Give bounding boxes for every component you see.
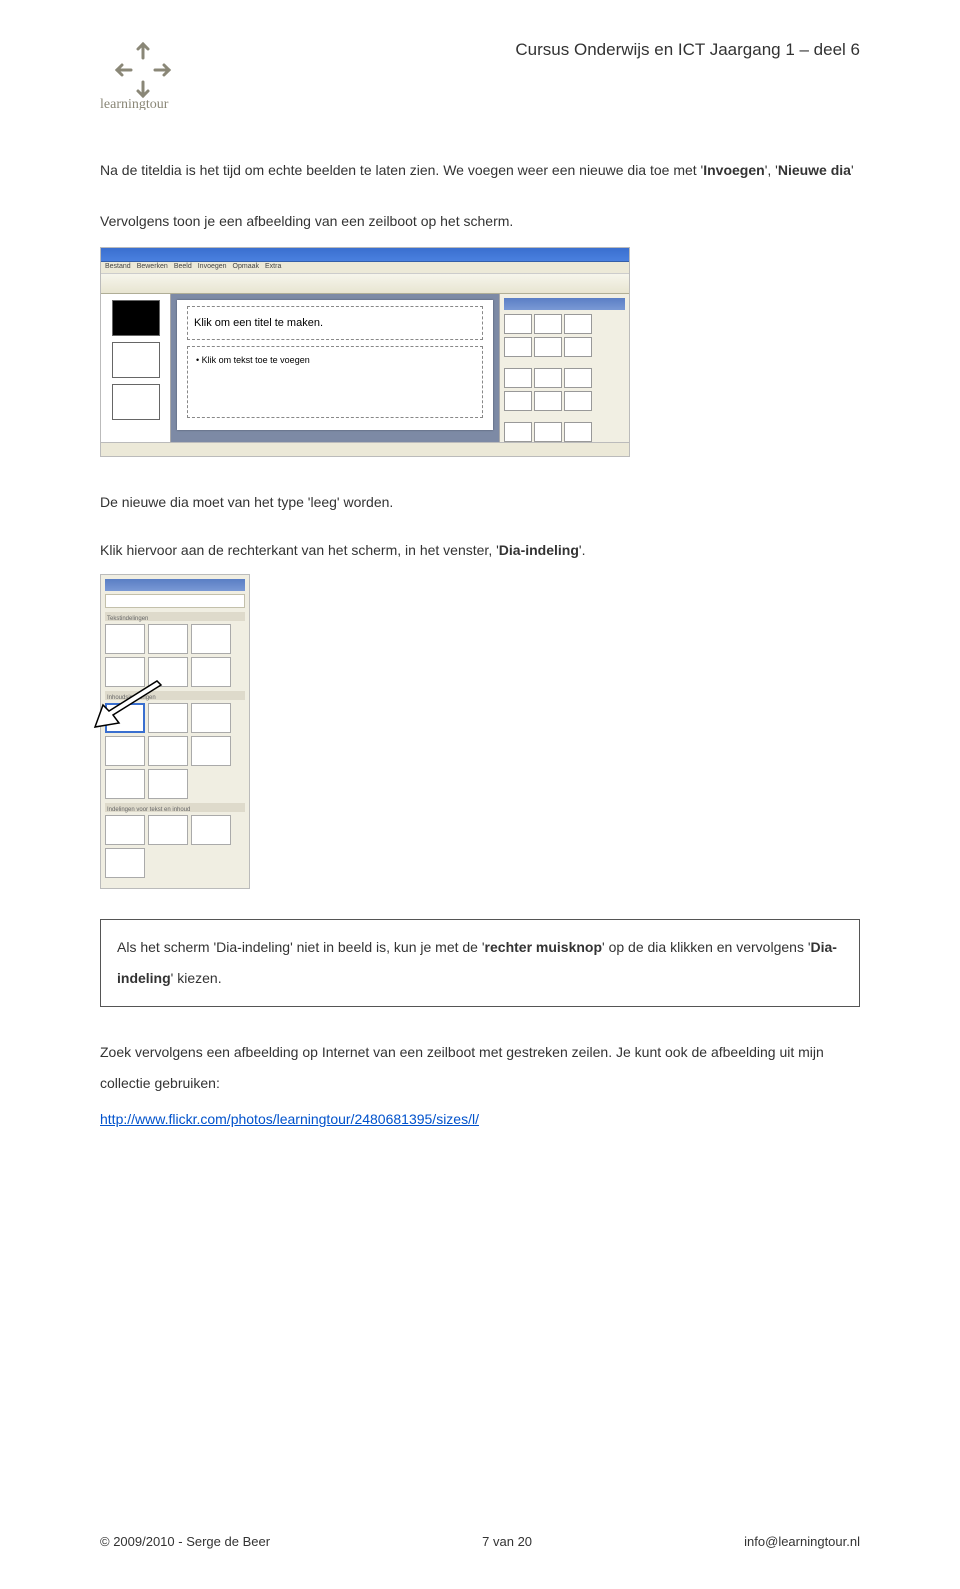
menu-item: Bewerken [137,259,168,274]
logo-text: learningtour [100,97,169,110]
ppt-statusbar [101,442,629,456]
paragraph-4: Klik hiervoor aan de rechterkant van het… [100,535,860,566]
paragraph-1: Na de titeldia is het tijd om echte beel… [100,155,860,186]
paragraph-3: De nieuwe dia moet van het type 'leeg' w… [100,487,860,518]
layout-cell [148,657,188,687]
text: ' op de dia klikken en vervolgens ' [602,939,810,955]
layout-cell [191,624,231,654]
task-pane [499,294,629,442]
layout-cell [105,657,145,687]
term-nieuwe-dia: Nieuwe dia [778,162,851,178]
slide-editor: Klik om een titel te maken. • Klik om te… [171,294,499,442]
ppt-toolbar [101,274,629,294]
layout-cell [148,736,188,766]
tip-box: Als het scherm 'Dia-indeling' niet in be… [100,919,860,1007]
term-invoegen: Invoegen [703,162,764,178]
pane-dropdown [105,594,245,608]
footer-email: info@learningtour.nl [744,1534,860,1549]
slide-thumbnails [101,294,171,442]
term-dia-indeling: Dia-indeling [499,542,579,558]
footer-page-number: 7 van 20 [482,1534,532,1549]
layout-cell [148,703,188,733]
layout-cell [148,769,188,799]
text: Na de titeldia is het tijd om echte beel… [100,162,703,178]
text: ' [851,162,854,178]
thumb-2 [112,342,160,378]
layout-cell [105,624,145,654]
text: ' kiezen. [171,970,222,986]
ppt-menubar: Bestand Bewerken Beeld Invoegen Opmaak E… [101,262,629,274]
layout-cell [191,815,231,845]
logo: learningtour [100,40,210,115]
powerpoint-screenshot: Bestand Bewerken Beeld Invoegen Opmaak E… [100,247,630,457]
menu-item: Beeld [174,259,192,274]
pane-header [105,579,245,591]
term-rechter-muisknop: rechter muisknop [485,939,602,955]
document-body: Na de titeldia is het tijd om echte beel… [100,155,860,1135]
layout-cell [191,657,231,687]
layout-cell [105,815,145,845]
text: Als het scherm 'Dia-indeling' niet in be… [117,939,485,955]
pane-section-label: Tekstindelingen [105,612,245,621]
dia-indeling-pane-screenshot: Tekstindelingen Inhoudsindelingen Indeli… [100,574,250,889]
layout-cell-blank [105,703,145,733]
course-title: Cursus Onderwijs en ICT Jaargang 1 – dee… [210,40,860,60]
text: Klik hiervoor aan de rechterkant van het… [100,542,499,558]
layout-cell [191,736,231,766]
menu-item: Opmaak [233,259,259,274]
layout-cell [105,736,145,766]
thumb-3 [112,384,160,420]
pane-section-label: Inhoudsindelingen [105,691,245,700]
pane-section-label: Indelingen voor tekst en inhoud [105,803,245,812]
menu-item: Extra [265,259,281,274]
text: ', ' [765,162,778,178]
menu-item: Invoegen [198,259,227,274]
paragraph-2: Vervolgens toon je een afbeelding van ee… [100,206,860,237]
footer-copyright: © 2009/2010 - Serge de Beer [100,1534,270,1549]
page-footer: © 2009/2010 - Serge de Beer 7 van 20 inf… [100,1534,860,1549]
paragraph-5: Zoek vervolgens een afbeelding op Intern… [100,1037,860,1099]
layout-cell [148,624,188,654]
thumb-1 [112,300,160,336]
menu-item: Bestand [105,259,131,274]
text: '. [579,542,586,558]
slide-title-placeholder: Klik om een titel te maken. [187,306,483,340]
flickr-link[interactable]: http://www.flickr.com/photos/learningtou… [100,1111,479,1127]
layout-cell [191,703,231,733]
slide-body-placeholder: • Klik om tekst toe te voegen [187,346,483,418]
layout-cell [105,848,145,878]
layout-cell [105,769,145,799]
layout-cell [148,815,188,845]
page-header: learningtour Cursus Onderwijs en ICT Jaa… [100,40,860,115]
